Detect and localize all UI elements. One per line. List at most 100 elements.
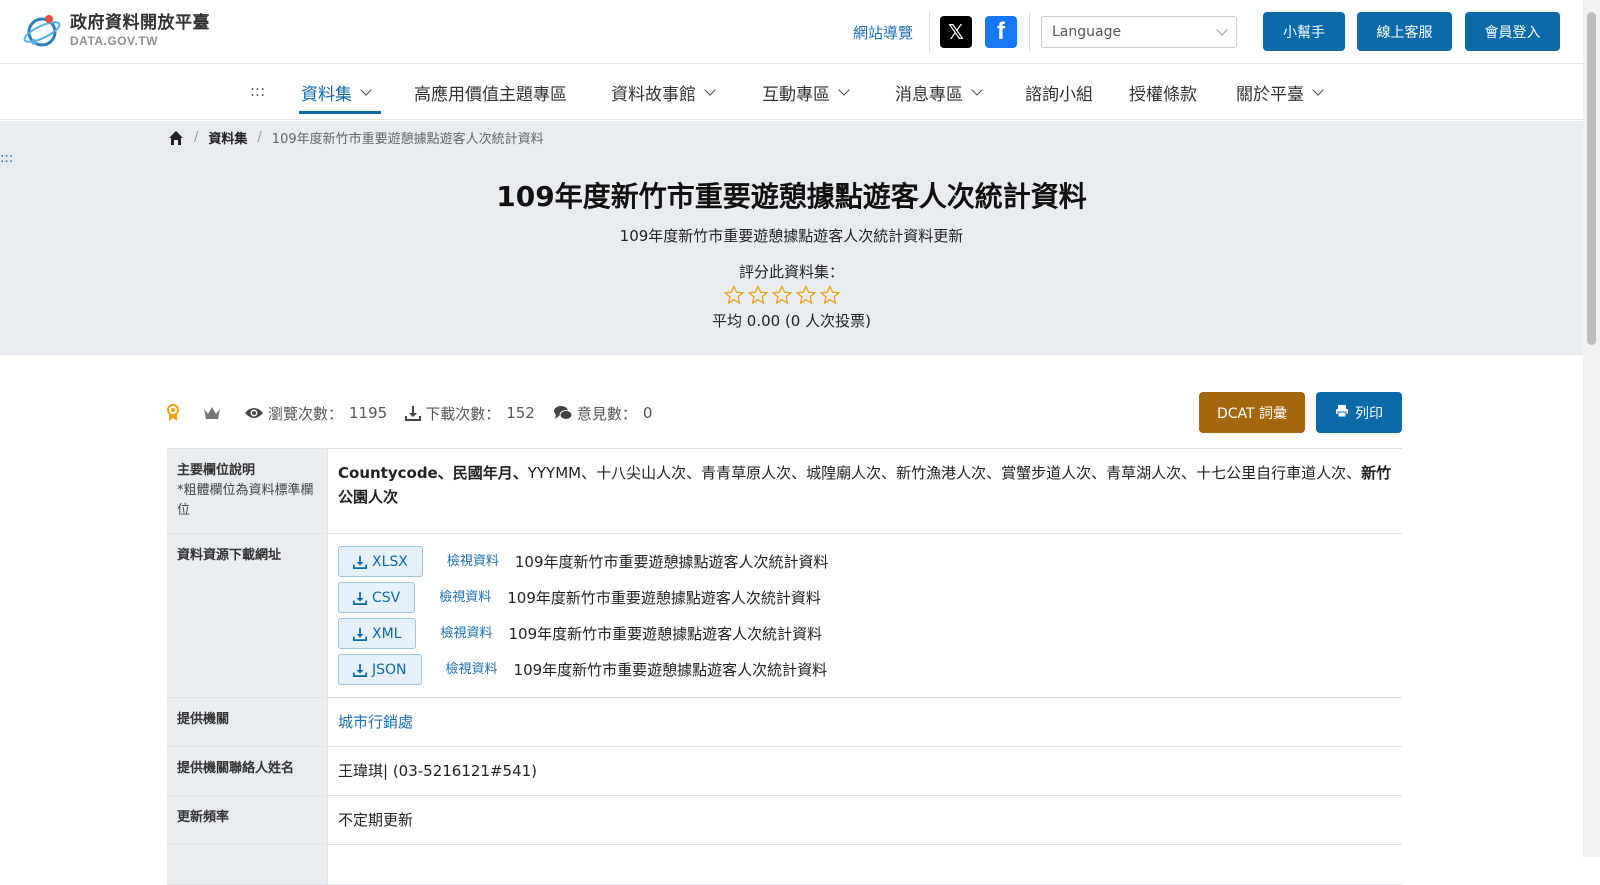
nav-item-advisory[interactable]: 諮詢小組 bbox=[1025, 80, 1093, 105]
print-button[interactable]: 列印 bbox=[1316, 392, 1402, 433]
main-nav: ::: 資料集 高應用價值主題專區 資料故事館 互動專區 消息專區 諮詢小組 授… bbox=[0, 64, 1583, 120]
comments-label: 意見數： bbox=[576, 404, 637, 423]
format-label: XLSX bbox=[372, 553, 408, 570]
resource-item: JSON 檢視資料 109年度新竹市重要遊憩據點遊客人次統計資料 bbox=[338, 654, 1392, 686]
nav-item-label: 高應用價值主題專區 bbox=[414, 85, 567, 105]
nav-item-datasets[interactable]: 資料集 bbox=[301, 80, 372, 105]
member-login-button[interactable]: 會員登入 bbox=[1465, 12, 1560, 51]
view-data-link[interactable]: 檢視資料 bbox=[439, 588, 491, 609]
logo-title: 政府資料開放平臺 bbox=[70, 13, 210, 33]
views-count: 1195 bbox=[349, 404, 388, 422]
contact-value: 王瑋琪| (03-5216121#541) bbox=[327, 747, 1402, 796]
resources-list: XLSX 檢視資料 109年度新竹市重要遊憩據點遊客人次統計資料 CSV 檢視資… bbox=[327, 534, 1402, 698]
resource-name: 109年度新竹市重要遊憩據點遊客人次統計資料 bbox=[507, 588, 821, 607]
table-row: 主要欄位說明 *粗體欄位為資料標準欄位 Countycode、民國年月、YYYM… bbox=[167, 449, 1402, 535]
nav-item-about[interactable]: 關於平臺 bbox=[1236, 80, 1324, 105]
online-support-button[interactable]: 線上客服 bbox=[1357, 12, 1452, 51]
view-data-link[interactable]: 檢視資料 bbox=[440, 624, 492, 645]
nav-item-news[interactable]: 消息專區 bbox=[895, 80, 983, 105]
home-icon[interactable] bbox=[168, 130, 184, 146]
nav-item-label: 互動專區 bbox=[762, 85, 830, 105]
nav-item-label: 諮詢小組 bbox=[1025, 85, 1093, 105]
fields-value: Countycode、民國年月、YYYMM、十八尖山人次、青青草原人次、城隍廟人… bbox=[327, 449, 1402, 534]
rating-average: 平均 0.00 (0 人次投票) bbox=[712, 312, 871, 330]
view-data-link[interactable]: 檢視資料 bbox=[447, 552, 499, 573]
language-select[interactable]: Language bbox=[1041, 16, 1237, 48]
nav-active-indicator bbox=[299, 111, 381, 114]
helper-button[interactable]: 小幫手 bbox=[1263, 12, 1345, 51]
star-icon[interactable] bbox=[772, 285, 792, 305]
header-divider bbox=[1029, 12, 1030, 52]
row-header: 主要欄位說明 *粗體欄位為資料標準欄位 bbox=[167, 449, 327, 534]
chevron-down-icon bbox=[704, 84, 716, 96]
provider-label: 提供機關 bbox=[167, 698, 327, 747]
nav-item-label: 資料集 bbox=[301, 85, 352, 105]
nav-item-label: 關於平臺 bbox=[1236, 85, 1304, 105]
content-accesskey[interactable]: ::: bbox=[0, 151, 13, 166]
nav-accesskey[interactable]: ::: bbox=[250, 82, 265, 100]
rating-stars[interactable] bbox=[724, 285, 840, 305]
eye-icon bbox=[244, 406, 264, 420]
resource-item: CSV 檢視資料 109年度新竹市重要遊憩據點遊客人次統計資料 bbox=[338, 582, 1392, 614]
nav-item-stories[interactable]: 資料故事館 bbox=[611, 80, 716, 105]
logo-icon bbox=[22, 12, 64, 50]
downloads-label: 下載次數： bbox=[425, 404, 501, 423]
star-icon[interactable] bbox=[748, 285, 768, 305]
dcat-vocabulary-button[interactable]: DCAT 詞彙 bbox=[1199, 392, 1305, 433]
table-row: 資料資源下載網址 XLSX 檢視資料 109年度新竹市重要遊憩據點遊客人次統計資… bbox=[167, 534, 1402, 699]
chevron-down-icon bbox=[838, 84, 850, 96]
scrollbar-thumb[interactable] bbox=[1587, 12, 1596, 345]
chevron-down-icon bbox=[1312, 84, 1324, 96]
breadcrumb-separator: / bbox=[257, 130, 262, 145]
resource-item: XLSX 檢視資料 109年度新竹市重要遊憩據點遊客人次統計資料 bbox=[338, 546, 1392, 578]
breadcrumb-current: 109年度新竹市重要遊憩據點遊客人次統計資料 bbox=[271, 132, 544, 147]
nav-item-interactive[interactable]: 互動專區 bbox=[762, 80, 850, 105]
table-row: 提供機關 城市行銷處 bbox=[167, 698, 1402, 748]
dataset-stats: 瀏覽次數： 1195 下載次數： 152 意見數： 0 bbox=[166, 398, 652, 428]
contact-label: 提供機關聯絡人姓名 bbox=[167, 747, 327, 796]
download-json-button[interactable]: JSON bbox=[338, 654, 422, 686]
facebook-icon[interactable]: f bbox=[985, 16, 1017, 48]
breadcrumb-datasets[interactable]: 資料集 bbox=[208, 128, 247, 147]
site-logo[interactable]: 政府資料開放平臺 DATA.GOV.TW bbox=[22, 12, 210, 50]
star-icon[interactable] bbox=[820, 285, 840, 305]
comments-icon bbox=[553, 405, 573, 421]
download-xml-button[interactable]: XML bbox=[338, 618, 417, 650]
star-icon[interactable] bbox=[724, 285, 744, 305]
provider-link[interactable]: 城市行銷處 bbox=[338, 713, 413, 731]
download-icon bbox=[353, 591, 367, 605]
nav-item-label: 資料故事館 bbox=[611, 85, 696, 105]
chevron-down-icon bbox=[971, 84, 983, 96]
fields-plain: YYYMM、十八尖山人次、青青草原人次、城隍廟人次、新竹漁港人次、賞蟹步道人次、… bbox=[527, 464, 1362, 482]
logo-subtitle: DATA.GOV.TW bbox=[70, 34, 158, 48]
table-row: 提供機關聯絡人姓名 王瑋琪| (03-5216121#541) bbox=[167, 747, 1402, 797]
comments-count: 0 bbox=[642, 404, 653, 422]
table-row bbox=[167, 845, 1402, 885]
language-select-value: Language bbox=[1052, 24, 1122, 40]
print-label: 列印 bbox=[1355, 405, 1383, 422]
download-csv-button[interactable]: CSV bbox=[338, 582, 416, 614]
view-data-link[interactable]: 檢視資料 bbox=[446, 660, 498, 681]
fields-bold-lead: Countycode、民國年月、 bbox=[338, 464, 528, 482]
nav-item-license[interactable]: 授權條款 bbox=[1129, 80, 1197, 105]
nav-item-label: 消息專區 bbox=[895, 85, 963, 105]
site-header: 政府資料開放平臺 DATA.GOV.TW 網站導覽 𝕏 f Language 小… bbox=[0, 0, 1583, 64]
dataset-details-table: 主要欄位說明 *粗體欄位為資料標準欄位 Countycode、民國年月、YYYM… bbox=[167, 448, 1402, 885]
table-row: 更新頻率 不定期更新 bbox=[167, 796, 1402, 846]
resource-name: 109年度新竹市重要遊憩據點遊客人次統計資料 bbox=[508, 624, 823, 643]
sitemap-link[interactable]: 網站導覽 bbox=[853, 22, 913, 43]
breadcrumb-separator: / bbox=[194, 130, 199, 145]
star-icon[interactable] bbox=[796, 285, 816, 305]
x-twitter-icon[interactable]: 𝕏 bbox=[940, 16, 972, 48]
download-xlsx-button[interactable]: XLSX bbox=[338, 546, 423, 578]
frequency-value: 不定期更新 bbox=[327, 796, 1402, 845]
dataset-hero: / 資料集 / 109年度新竹市重要遊憩據點遊客人次統計資料 ::: 109年度… bbox=[0, 121, 1583, 355]
download-icon bbox=[405, 405, 422, 421]
nav-item-label: 授權條款 bbox=[1129, 85, 1197, 105]
nav-item-high-value[interactable]: 高應用價值主題專區 bbox=[414, 80, 567, 105]
download-icon bbox=[353, 663, 367, 677]
download-icon bbox=[353, 555, 367, 569]
printer-icon bbox=[1335, 404, 1349, 422]
header-divider bbox=[929, 12, 930, 52]
chevron-down-icon bbox=[360, 84, 372, 96]
